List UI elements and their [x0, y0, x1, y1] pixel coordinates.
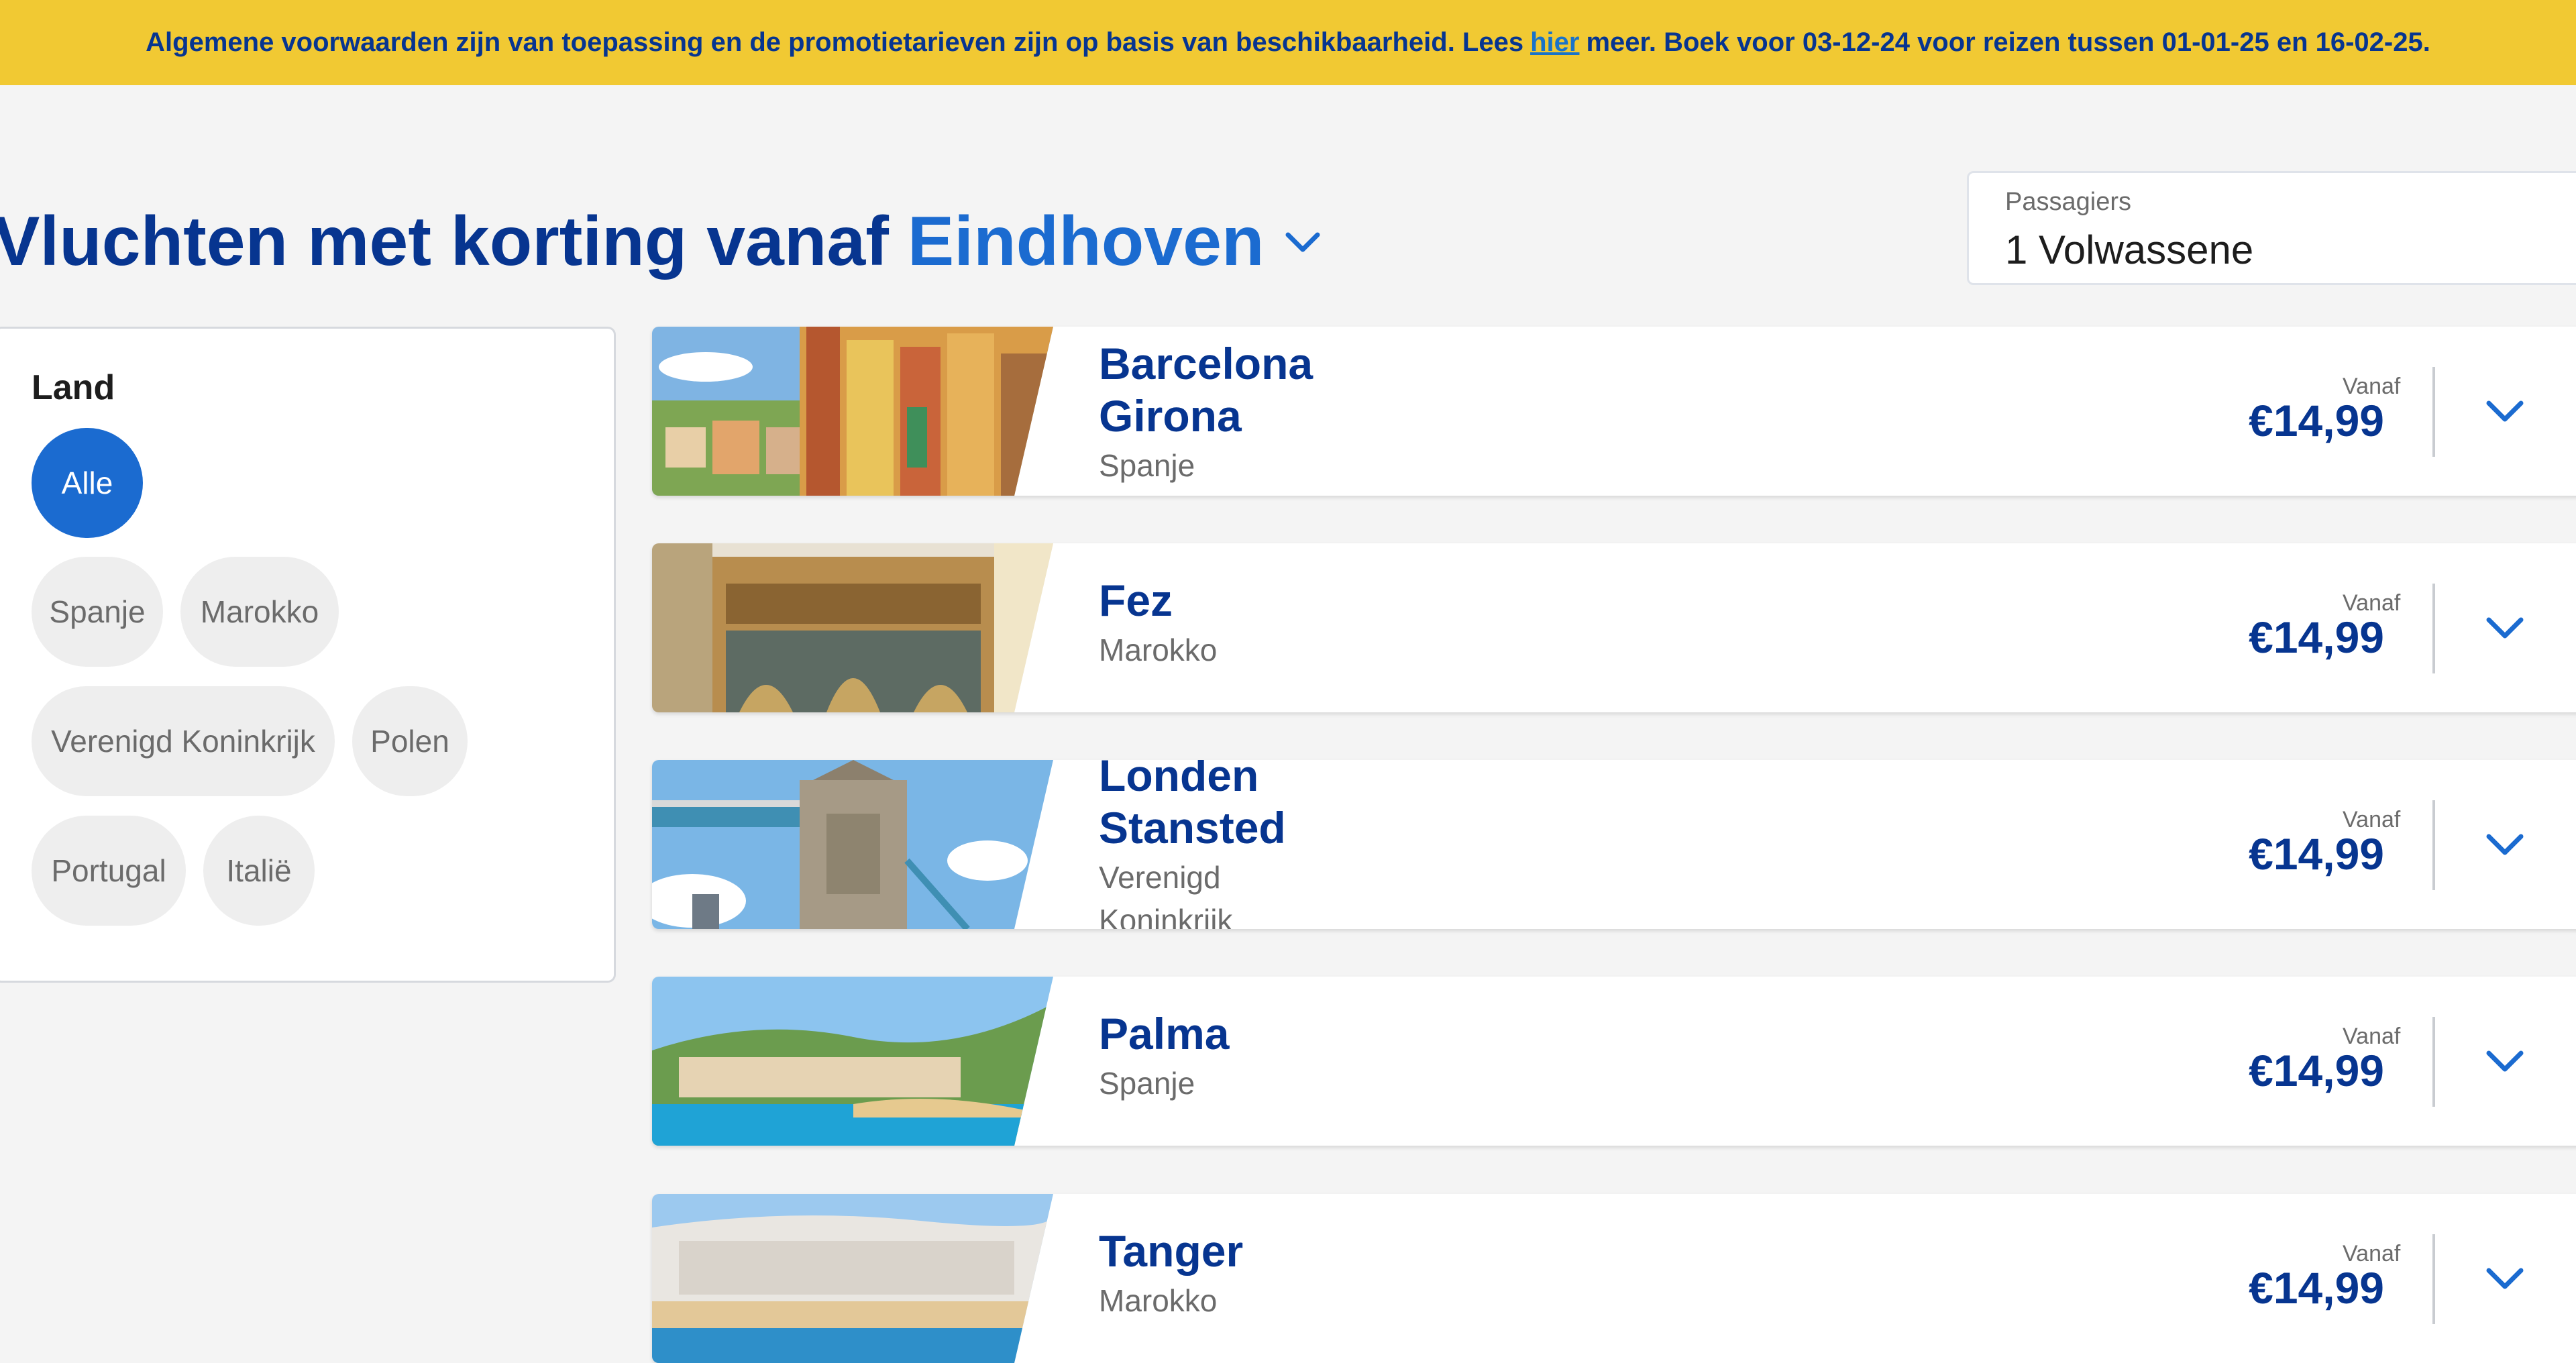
destination-country-line2: Koninkrijk [1099, 903, 1233, 929]
destination-image [652, 977, 1053, 1146]
destination-image [652, 543, 1053, 712]
passengers-value: 1 Volwassene [2005, 227, 2254, 272]
divider [2432, 1234, 2435, 1324]
divider [2432, 367, 2435, 457]
chevron-down-icon[interactable] [1284, 223, 1322, 260]
destination-card[interactable]: Tanger Marokko Vanaf €14,99 [652, 1194, 2576, 1363]
destination-name-line2: Stansted [1099, 803, 1286, 853]
filter-chip-italie[interactable]: Italië [203, 816, 315, 926]
origin-selector[interactable]: Eindhoven [908, 202, 1265, 282]
filter-chip-polen[interactable]: Polen [352, 686, 468, 796]
destination-price: €14,99 [2249, 829, 2384, 879]
destination-name: Londen [1099, 760, 1259, 800]
chevron-down-icon[interactable] [2485, 1258, 2525, 1299]
page-title: Vluchten met korting vanaf Eindhoven [0, 198, 1322, 285]
page-title-text: Vluchten met korting vanaf [0, 202, 889, 280]
filter-chip-spanje[interactable]: Spanje [32, 557, 163, 667]
chevron-down-icon[interactable] [2485, 608, 2525, 648]
chevron-down-icon[interactable] [2485, 1041, 2525, 1081]
destination-name: Tanger [1099, 1226, 1244, 1276]
destination-name: Palma [1099, 1009, 1230, 1058]
filter-chip-verenigd-koninkrijk[interactable]: Verenigd Koninkrijk [32, 686, 335, 796]
destination-image [652, 327, 1053, 496]
promo-banner: Algemene voorwaarden zijn van toepassing… [0, 0, 2576, 85]
destination-card[interactable]: Fez Marokko Vanaf €14,99 [652, 543, 2576, 712]
destination-card[interactable]: Barcelona Girona Spanje Vanaf €14,99 [652, 327, 2576, 496]
divider [2432, 584, 2435, 673]
divider [2432, 800, 2435, 890]
passengers-label: Passagiers [2005, 188, 2131, 216]
country-filter-panel: Land Alle Spanje Marokko Verenigd Konink… [0, 327, 616, 983]
destination-image [652, 760, 1053, 929]
destination-image [652, 1194, 1053, 1363]
destination-price: €14,99 [2249, 612, 2384, 662]
filter-chip-marokko[interactable]: Marokko [180, 557, 339, 667]
destination-country: Verenigd [1099, 860, 1221, 895]
chevron-down-icon[interactable] [2485, 824, 2525, 865]
chevron-down-icon[interactable] [2485, 391, 2525, 431]
divider [2432, 1017, 2435, 1107]
destination-country: Marokko [1099, 1283, 1218, 1318]
filter-title: Land [32, 368, 115, 407]
promo-text-end: meer. Boek voor 03-12-24 voor reizen tus… [1586, 28, 2430, 57]
passengers-selector[interactable]: Passagiers 1 Volwassene [1967, 171, 2576, 285]
destination-name: Barcelona [1099, 339, 1313, 388]
destination-country: Spanje [1099, 1066, 1195, 1101]
destination-name-line2: Girona [1099, 391, 1242, 441]
destination-country: Marokko [1099, 633, 1218, 667]
destination-price: €14,99 [2249, 1046, 2384, 1095]
destination-country: Spanje [1099, 448, 1195, 483]
filter-chip-alle[interactable]: Alle [32, 428, 143, 538]
promo-text-start: Algemene voorwaarden zijn van toepassing… [146, 28, 1524, 57]
destination-price: €14,99 [2249, 1263, 2384, 1313]
filter-chip-portugal[interactable]: Portugal [32, 816, 186, 926]
promo-link[interactable]: hier [1530, 28, 1579, 58]
destination-name: Fez [1099, 576, 1173, 625]
destination-card[interactable]: Palma Spanje Vanaf €14,99 [652, 977, 2576, 1146]
destination-price: €14,99 [2249, 396, 2384, 445]
destination-card[interactable]: Londen Stansted Verenigd Koninkrijk Vana… [652, 760, 2576, 929]
